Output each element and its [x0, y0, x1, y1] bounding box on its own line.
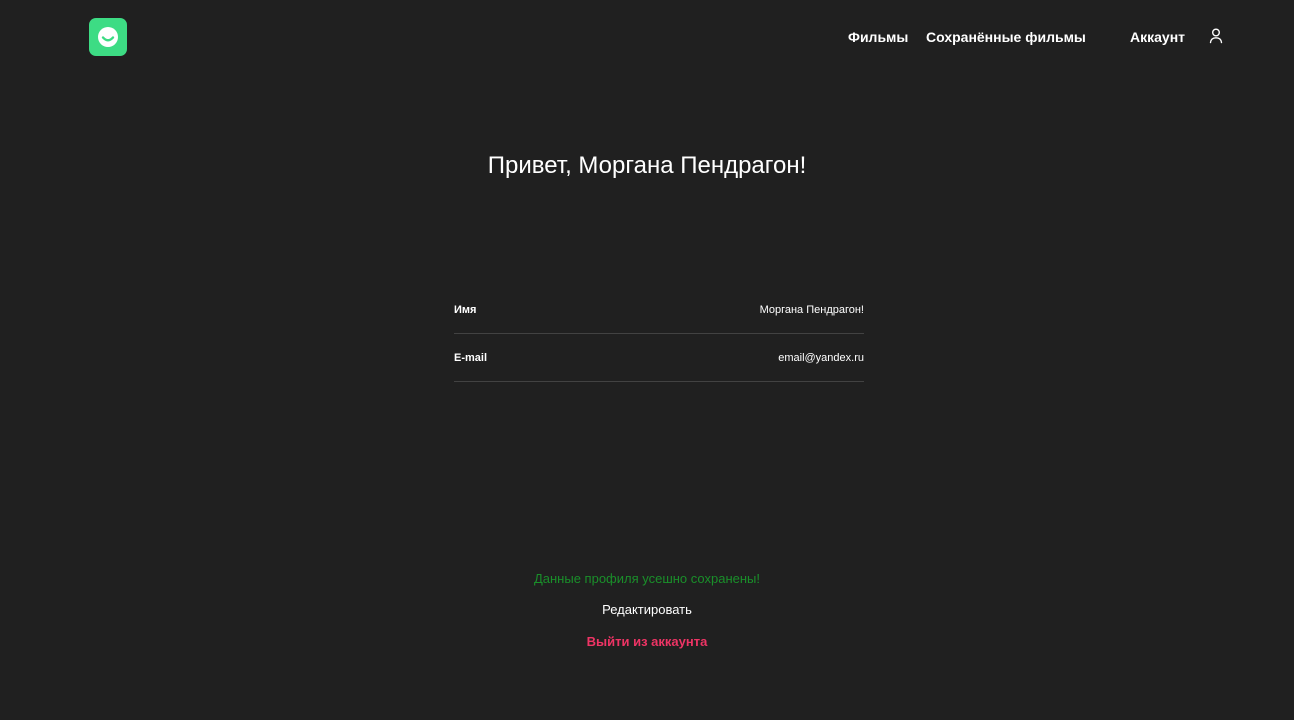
- logout-button[interactable]: Выйти из аккаунта: [587, 634, 708, 649]
- name-label: Имя: [454, 303, 477, 316]
- nav-movies-link[interactable]: Фильмы: [848, 27, 908, 47]
- name-value: Моргана Пендрагон!: [759, 303, 864, 316]
- nav-saved-movies-link[interactable]: Сохранённые фильмы: [926, 27, 1086, 47]
- edit-profile-button-wrap: Редактировать: [0, 602, 1294, 617]
- profile-row-email: E-mail email@yandex.ru: [454, 334, 864, 382]
- email-label: E-mail: [454, 351, 488, 364]
- user-icon[interactable]: [1207, 27, 1225, 45]
- smile-logo-icon: [98, 27, 118, 47]
- logout-button-wrap: Выйти из аккаунта: [0, 634, 1294, 649]
- email-value: email@yandex.ru: [778, 351, 864, 364]
- profile-info: Имя Моргана Пендрагон! E-mail email@yand…: [454, 286, 864, 382]
- success-message: Данные профиля усешно сохранены!: [533, 571, 761, 586]
- edit-profile-button[interactable]: Редактировать: [602, 602, 692, 617]
- profile-row-name: Имя Моргана Пендрагон!: [454, 286, 864, 334]
- site-header: Фильмы Сохранённые фильмы Аккаунт: [0, 0, 1294, 74]
- profile-greeting: Привет, Моргана Пендрагон!: [487, 152, 807, 179]
- logo-link[interactable]: [89, 18, 127, 56]
- nav-account-link[interactable]: Аккаунт: [1130, 27, 1185, 47]
